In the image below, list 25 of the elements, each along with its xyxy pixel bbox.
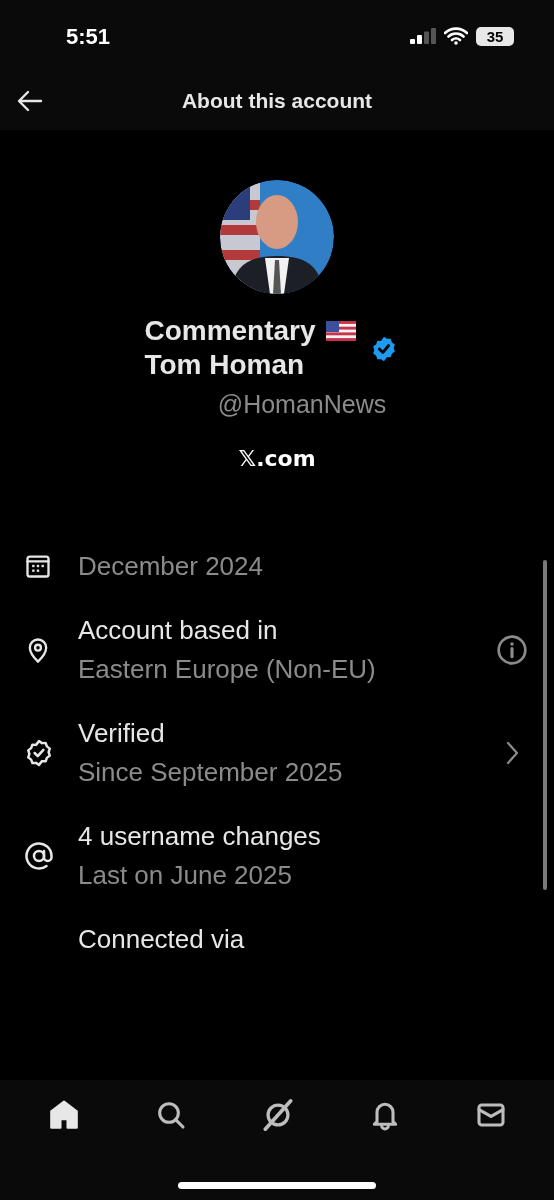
username-handle: @HomanNews [217, 389, 387, 420]
flag-icon [325, 321, 356, 341]
status-time: 5:51 [66, 22, 111, 51]
signal-icon [410, 28, 436, 44]
detail-value: December 2024 [78, 549, 264, 583]
website-label: 𝕏.com [238, 444, 316, 473]
search-icon[interactable] [155, 1099, 187, 1131]
detail-title: Verified [78, 716, 166, 750]
battery-indicator: 35 [476, 26, 514, 46]
page-title: About this account [181, 88, 373, 115]
info-icon[interactable] [496, 633, 528, 666]
detail-value: Last on June 2025 [78, 858, 293, 892]
display-name: Tom Homan [144, 348, 306, 382]
display-name: Commentary [144, 314, 316, 348]
detail-title: Connected via [78, 922, 246, 956]
at-sign-icon [24, 840, 54, 871]
home-icon[interactable] [47, 1098, 81, 1132]
detail-title: 4 username changes [78, 819, 322, 853]
wifi-icon [444, 27, 468, 45]
slashed-circle-icon[interactable] [261, 1098, 295, 1132]
detail-title: Account based in [78, 613, 279, 647]
badge-check-icon [24, 737, 54, 768]
back-arrow-icon [17, 90, 43, 112]
detail-value: Since September 2025 [78, 755, 344, 789]
detail-value: Eastern Europe (Non-EU) [78, 652, 377, 686]
